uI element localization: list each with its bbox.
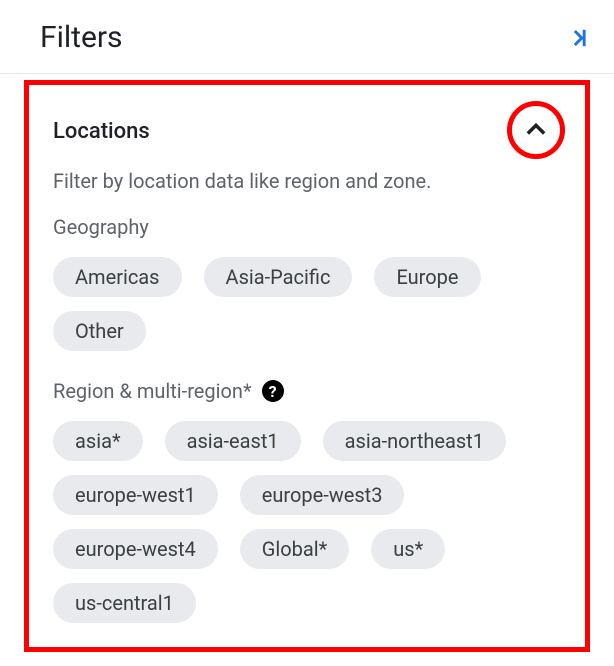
chip-asia-pacific[interactable]: Asia-Pacific bbox=[204, 257, 353, 297]
chip-europe[interactable]: Europe bbox=[374, 257, 480, 297]
locations-description: Filter by location data like region and … bbox=[53, 169, 561, 193]
chevron-up-icon bbox=[522, 116, 550, 144]
collapse-locations-button[interactable] bbox=[507, 101, 565, 159]
region-group-label: Region & multi-region* ? bbox=[53, 379, 561, 403]
collapse-panel-icon[interactable] bbox=[562, 24, 590, 52]
geography-label-text: Geography bbox=[53, 215, 149, 239]
page-title: Filters bbox=[40, 20, 123, 55]
region-chips: asia* asia-east1 asia-northeast1 europe-… bbox=[53, 421, 561, 623]
chip-us[interactable]: us* bbox=[371, 529, 445, 569]
filters-header: Filters bbox=[0, 0, 614, 74]
region-label-text: Region & multi-region* bbox=[53, 379, 252, 403]
chip-asia-east1[interactable]: asia-east1 bbox=[165, 421, 301, 461]
geography-group-label: Geography bbox=[53, 215, 561, 239]
chip-us-central1[interactable]: us-central1 bbox=[53, 583, 196, 623]
geography-chips: Americas Asia-Pacific Europe Other bbox=[53, 257, 561, 351]
chip-europe-west3[interactable]: europe-west3 bbox=[240, 475, 405, 515]
chip-americas[interactable]: Americas bbox=[53, 257, 182, 297]
chip-europe-west4[interactable]: europe-west4 bbox=[53, 529, 218, 569]
chip-other[interactable]: Other bbox=[53, 311, 146, 351]
chip-europe-west1[interactable]: europe-west1 bbox=[53, 475, 218, 515]
chip-asia[interactable]: asia* bbox=[53, 421, 143, 461]
locations-panel: Locations Filter by location data like r… bbox=[24, 80, 590, 652]
chip-global[interactable]: Global* bbox=[240, 529, 349, 569]
help-icon[interactable]: ? bbox=[262, 380, 284, 402]
locations-title: Locations bbox=[53, 119, 150, 144]
chip-asia-northeast1[interactable]: asia-northeast1 bbox=[323, 421, 506, 461]
locations-section-head: Locations bbox=[53, 103, 561, 159]
